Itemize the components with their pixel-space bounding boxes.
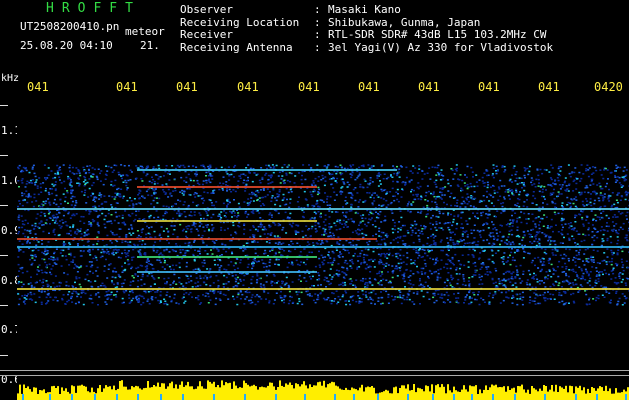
time-tick: 041 [176,80,198,94]
info-separator: : [314,3,321,16]
info-row-observer: Observer : Masaki Kano [180,3,553,17]
frequency-minor-tick [0,155,8,156]
seconds-value: 21. [140,39,160,52]
info-separator: : [314,40,321,54]
frequency-minor-tick [0,255,8,256]
station-info: Observer : Masaki Kano Receiving Locatio… [180,3,554,55]
spectrogram-waterfall [17,96,629,370]
time-tick: 041 [418,80,440,94]
signal-level-bar [17,376,629,400]
separator-line [0,370,629,371]
time-tick: 041 [27,80,49,94]
frequency-minor-tick [0,355,8,356]
mode-label: meteor [125,25,165,38]
info-value: RTL-SDR SDR# 43dB L15 103.2MHz CW [328,28,547,41]
file-name: UT2508200410.pn [20,20,120,33]
time-tick: 041 [478,80,500,94]
time-tick: 041 [358,80,380,94]
time-tick: 041 [298,80,320,94]
timestamp: 25.08.20 04:10 [20,39,113,52]
frequency-minor-tick [0,305,8,306]
info-separator: : [314,28,321,41]
time-tick: 041 [538,80,560,94]
frequency-unit-label: kHz [1,73,20,84]
time-tick: 0420 [594,80,623,94]
time-tick: 041 [237,80,259,94]
info-label: Receiver [180,28,233,41]
frequency-minor-tick [0,205,8,206]
info-row-antenna: Receiving Antenna : 3el Yagi(V) Az 330 f… [180,40,554,55]
info-label: Observer [180,3,233,16]
frequency-minor-tick [0,105,8,106]
info-label: Receiving Antenna [180,40,293,54]
time-tick: 041 [116,80,138,94]
app-title: HROFFT [46,1,141,16]
info-row-receiver: Receiver : RTL-SDR SDR# 43dB L15 103.2MH… [180,28,553,42]
info-value: 3el Yagi(V) Az 330 for Vladivostok [328,40,554,54]
info-value: Masaki Kano [328,3,401,16]
